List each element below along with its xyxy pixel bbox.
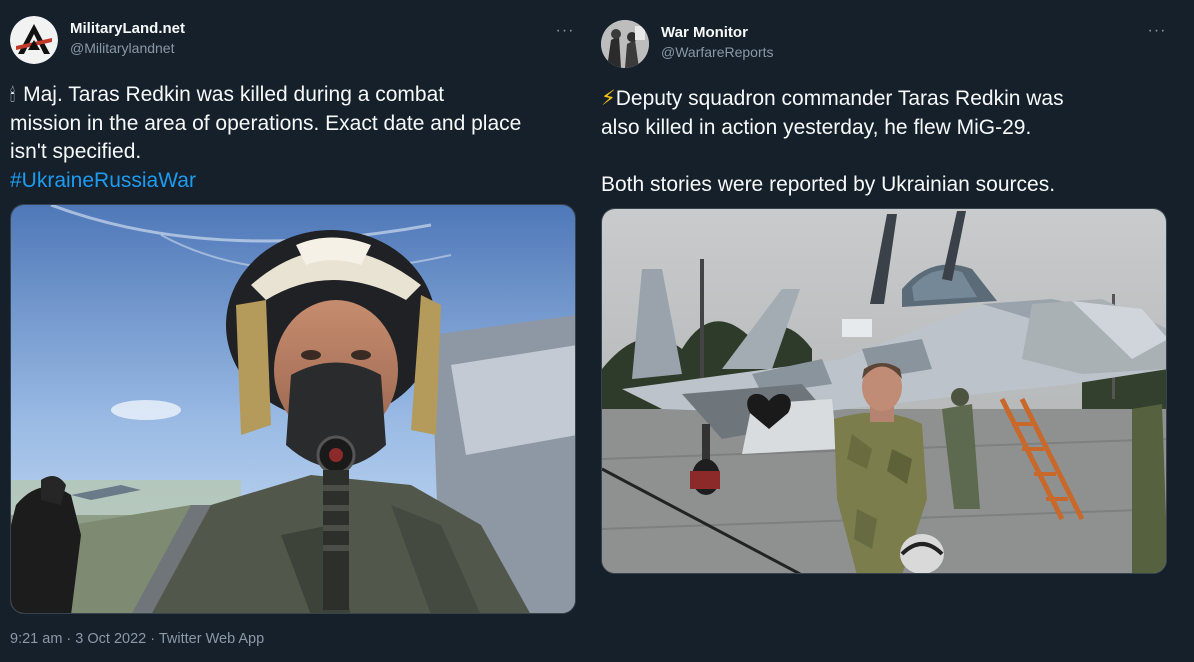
tweet-text-line-3: Both stories were reported by Ukrainian … — [601, 172, 1056, 196]
more-icon[interactable]: ··· — [1145, 23, 1169, 42]
tweet-text-line-3: isn't specified. — [10, 140, 142, 163]
meta-separator: · — [146, 631, 159, 647]
hashtag-link[interactable]: #UkraineRussiaWar — [10, 169, 196, 192]
tweet-text-line-1: 🕯 Maj. Taras Redkin was killed during a c… — [10, 83, 445, 106]
handle[interactable]: @Militarylandnet — [70, 40, 174, 56]
meta-separator: · — [62, 631, 76, 647]
tweet-photo-mig29[interactable] — [601, 208, 1167, 574]
avatar-militaryland[interactable] — [10, 16, 58, 64]
avatar-war-monitor[interactable] — [601, 20, 649, 68]
handle[interactable]: @WarfareReports — [661, 44, 774, 60]
display-name[interactable]: MilitaryLand.net — [70, 20, 185, 37]
tweet-text-line-2: mission in the area of operations. Exact… — [10, 111, 522, 135]
tweet-text: ⚡Deputy squadron commander Taras Redkin … — [601, 85, 1064, 199]
display-name[interactable]: War Monitor — [661, 24, 748, 41]
tweet-photo-pilot[interactable] — [10, 204, 576, 614]
tweet-text: 🕯 Maj. Taras Redkin was killed during a c… — [10, 81, 521, 195]
tweet-time[interactable]: 9:21 am — [10, 631, 62, 647]
tweet-text-line-2: also killed in action yesterday, he flew… — [601, 115, 1032, 139]
tweet-militaryland: MilitaryLand.net @Militarylandnet ··· 🕯 M… — [0, 0, 590, 662]
tweet-text-line-1: ⚡Deputy squadron commander Taras Redkin … — [601, 87, 1064, 110]
tweet-source[interactable]: Twitter Web App — [159, 631, 264, 647]
more-icon[interactable]: ··· — [553, 23, 577, 42]
tweet-war-monitor: War Monitor @WarfareReports ··· ⚡Deputy … — [590, 0, 1194, 662]
tweet-timestamp-line: 9:21 am · 3 Oct 2022 · Twitter Web App — [10, 631, 264, 647]
candle-icon: 🕯 — [10, 85, 16, 105]
lightning-icon: ⚡ — [601, 87, 616, 110]
tweet-date[interactable]: 3 Oct 2022 — [75, 631, 146, 647]
